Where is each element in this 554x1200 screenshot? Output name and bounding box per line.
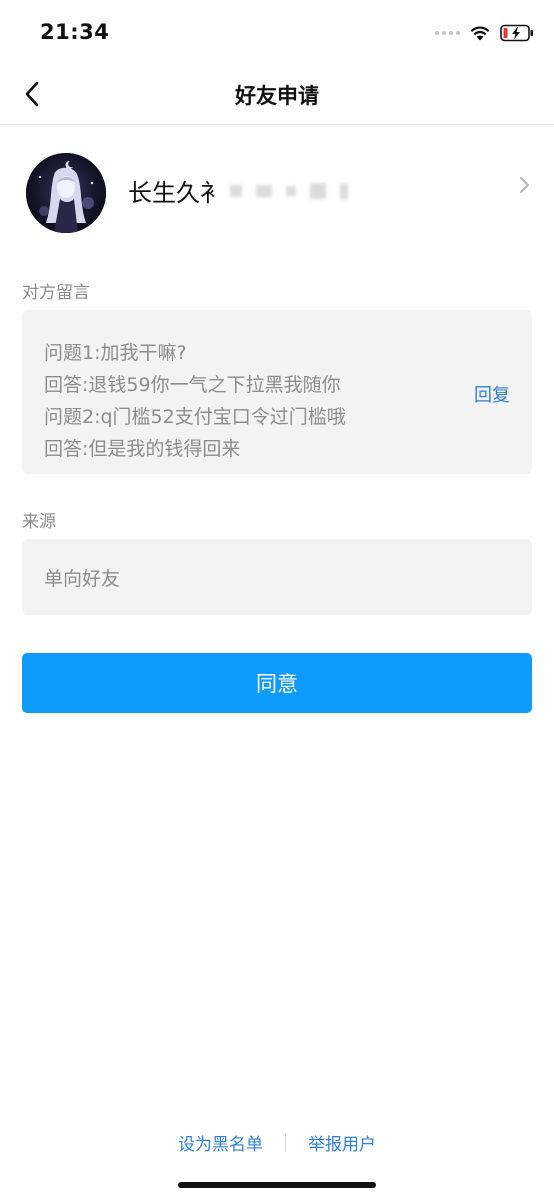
source-box: 单向好友	[22, 539, 532, 615]
nav-bar: 好友申请	[0, 64, 554, 125]
redacted-name-mask	[230, 181, 348, 201]
message-text: 问题1:加我干嘛? 回答:退钱59你一气之下拉黑我随你 问题2:q门槛52支付宝…	[44, 337, 346, 465]
message-line: 问题1:加我干嘛?	[44, 342, 187, 364]
status-icons	[435, 22, 534, 44]
status-bar: 21:34	[0, 0, 554, 64]
blacklist-link[interactable]: 设为黑名单	[176, 1130, 265, 1155]
message-line: 回答:但是我的钱得回来	[44, 438, 241, 460]
avatar[interactable]	[26, 153, 106, 233]
reply-button[interactable]: 回复	[474, 381, 510, 407]
message-box: 问题1:加我干嘛? 回答:退钱59你一气之下拉黑我随你 问题2:q门槛52支付宝…	[22, 310, 532, 474]
cellular-signal-icon	[435, 31, 460, 35]
footer-links: 设为黑名单 举报用户	[0, 1130, 554, 1155]
source-section-label: 来源	[22, 512, 56, 532]
profile-name-wrap: 长生久衤	[128, 173, 348, 208]
message-line: 问题2:q门槛52支付宝口令过门槛哦	[44, 406, 346, 428]
home-indicator[interactable]	[178, 1182, 376, 1188]
agree-button[interactable]: 同意	[22, 653, 532, 713]
message-line: 回答:退钱59你一气之下拉黑我随你	[44, 374, 341, 396]
footer-divider	[285, 1133, 286, 1152]
message-section-label: 对方留言	[22, 283, 90, 303]
source-value: 单向好友	[44, 568, 121, 590]
battery-charging-icon	[500, 24, 533, 42]
chevron-right-icon	[520, 177, 529, 193]
page-title: 好友申请	[235, 84, 319, 108]
wifi-icon	[470, 25, 490, 40]
report-user-link[interactable]: 举报用户	[306, 1130, 378, 1155]
status-time: 21:34	[40, 20, 110, 44]
profile-name: 长生久衤	[128, 179, 224, 207]
profile-row[interactable]: 长生久衤	[0, 125, 554, 245]
